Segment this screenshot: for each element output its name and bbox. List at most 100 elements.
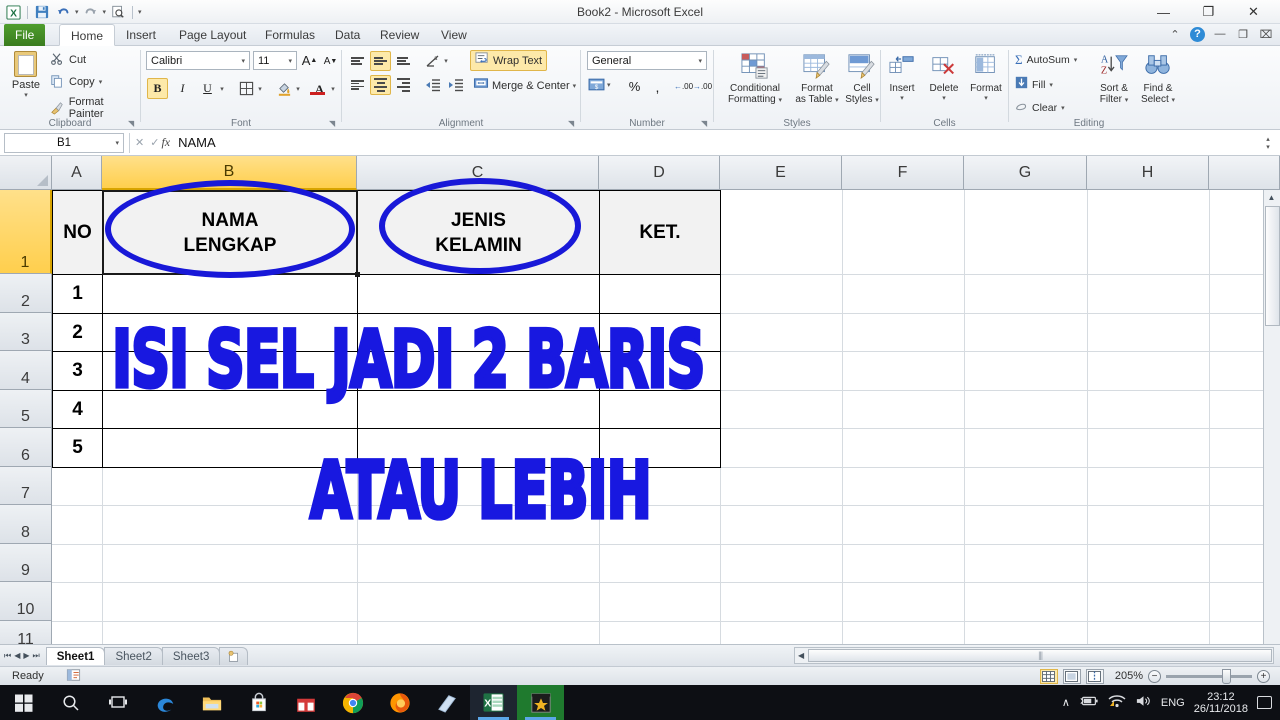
expand-formula-bar-icon[interactable]: ▴ ▾: [1260, 135, 1276, 151]
prev-sheet-button[interactable]: ◀: [14, 651, 20, 660]
decrease-decimal-button[interactable]: → .00: [692, 76, 713, 97]
delete-cells-dropdown-icon[interactable]: ▾: [923, 94, 965, 102]
page-layout-view-button[interactable]: [1062, 668, 1081, 684]
number-format-dropdown-icon[interactable]: ▾: [698, 57, 702, 65]
hscroll-left-button[interactable]: ◀: [795, 651, 807, 660]
sticky-notes-icon[interactable]: [423, 685, 470, 720]
help-icon[interactable]: ?: [1190, 26, 1205, 42]
font-size-dropdown-icon[interactable]: ▾: [288, 57, 292, 65]
row-header-8[interactable]: 8: [0, 505, 52, 544]
cut-button[interactable]: Cut: [50, 52, 86, 67]
cell-a1[interactable]: NO: [53, 191, 102, 274]
italic-button[interactable]: I: [172, 78, 193, 99]
row-header-3[interactable]: 3: [0, 313, 52, 351]
vertical-scroll-thumb[interactable]: [1265, 206, 1280, 326]
merge-center-dropdown-icon[interactable]: ▾: [573, 82, 577, 90]
scroll-up-button[interactable]: ▲: [1264, 190, 1279, 205]
column-header-g[interactable]: G: [964, 156, 1087, 190]
show-hidden-icons-button[interactable]: ∧: [1062, 696, 1070, 709]
column-header-partial[interactable]: [1209, 156, 1280, 190]
chrome-icon[interactable]: [329, 685, 376, 720]
wrap-text-button[interactable]: Wrap Text: [470, 50, 548, 71]
column-header-f[interactable]: F: [842, 156, 964, 190]
row-header-2[interactable]: 2: [0, 274, 52, 313]
autosum-button[interactable]: Σ AutoSum ▾: [1015, 52, 1077, 68]
number-format-combo[interactable]: General ▾: [587, 51, 707, 70]
clipboard-dialog-launcher[interactable]: ◥: [128, 119, 137, 128]
increase-decimal-button[interactable]: ← .00: [673, 76, 694, 97]
restore-workbook-icon[interactable]: ❐: [1235, 26, 1251, 42]
close-button[interactable]: ✕: [1231, 0, 1276, 24]
format-painter-button[interactable]: Format Painter: [50, 96, 140, 120]
cancel-formula-icon[interactable]: ✕: [135, 136, 144, 149]
enter-formula-icon[interactable]: ✓: [150, 136, 159, 149]
zoom-in-button[interactable]: +: [1257, 669, 1270, 683]
row-header-9[interactable]: 9: [0, 544, 52, 582]
underline-button[interactable]: U: [197, 78, 218, 99]
align-middle-button[interactable]: [370, 51, 391, 71]
merge-center-button[interactable]: Merge & Center ▾: [470, 75, 579, 96]
comma-style-button[interactable]: ,: [647, 76, 668, 97]
row-header-10[interactable]: 10: [0, 582, 52, 621]
row-header-6[interactable]: 6: [0, 428, 52, 467]
first-sheet-button[interactable]: ⏮: [4, 651, 11, 661]
align-top-button[interactable]: [347, 51, 368, 71]
cell-a5[interactable]: 4: [53, 391, 102, 428]
maximize-button[interactable]: ❐: [1186, 0, 1231, 24]
insert-cells-button[interactable]: Insert ▾: [881, 49, 923, 102]
gift-icon[interactable]: [282, 685, 329, 720]
format-cells-dropdown-icon[interactable]: ▾: [965, 94, 1007, 102]
borders-dropdown-icon[interactable]: ▾: [255, 78, 265, 99]
column-header-a[interactable]: A: [52, 156, 102, 190]
cell-a3[interactable]: 2: [53, 314, 102, 351]
accounting-format-button[interactable]: $ ▾: [588, 76, 611, 93]
align-left-button[interactable]: [347, 75, 368, 95]
action-center-icon[interactable]: [1257, 696, 1272, 709]
fill-button[interactable]: Fill ▾: [1015, 76, 1053, 94]
copy-dropdown-icon[interactable]: ▾: [99, 78, 103, 86]
cell-d1[interactable]: KET.: [600, 191, 720, 274]
orientation-dropdown-icon[interactable]: ▾: [441, 51, 451, 71]
insert-function-icon[interactable]: fx: [161, 135, 170, 150]
font-name-combo[interactable]: Calibri ▾: [146, 51, 250, 70]
clear-button[interactable]: Clear ▾: [1015, 99, 1065, 117]
copy-button[interactable]: Copy ▾: [50, 74, 102, 89]
orientation-button[interactable]: a: [422, 51, 443, 71]
volume-icon[interactable]: [1135, 694, 1152, 711]
font-color-button[interactable]: A: [309, 78, 330, 99]
zoom-level[interactable]: 205%: [1115, 670, 1143, 682]
format-as-table-button[interactable]: Format as Table ▾: [792, 49, 842, 106]
fill-color-dropdown-icon[interactable]: ▾: [293, 78, 303, 99]
font-color-dropdown-icon[interactable]: ▾: [328, 78, 338, 99]
microsoft-store-icon[interactable]: [235, 685, 282, 720]
language-indicator[interactable]: ENG: [1161, 697, 1185, 709]
zoom-slider-thumb[interactable]: [1222, 668, 1231, 684]
decrease-indent-button[interactable]: [422, 75, 443, 95]
column-header-e[interactable]: E: [720, 156, 842, 190]
name-box-dropdown-icon[interactable]: ▾: [115, 139, 119, 147]
minimize-ribbon-icon[interactable]: ⌃: [1167, 26, 1183, 42]
font-dialog-launcher[interactable]: ◥: [329, 119, 338, 128]
fill-handle[interactable]: [355, 272, 360, 277]
search-icon[interactable]: [47, 685, 94, 720]
decrease-font-size-button[interactable]: A ▼: [320, 51, 341, 72]
find-select-button[interactable]: Find & Select ▾: [1136, 49, 1180, 106]
next-sheet-button[interactable]: ▶: [23, 651, 29, 660]
cell-a6[interactable]: 5: [53, 429, 102, 467]
row-header-1[interactable]: 1: [0, 190, 52, 274]
sheet-tab-sheet2[interactable]: Sheet2: [104, 646, 163, 665]
minimize-button[interactable]: —: [1141, 0, 1186, 24]
tab-review[interactable]: Review: [369, 24, 430, 46]
fill-dropdown-icon[interactable]: ▾: [1049, 81, 1053, 89]
row-header-7[interactable]: 7: [0, 467, 52, 505]
underline-dropdown-icon[interactable]: ▾: [217, 78, 227, 99]
minimize-workbook-icon[interactable]: —: [1212, 26, 1228, 42]
format-cells-button[interactable]: Format ▾: [965, 49, 1007, 102]
autosum-dropdown-icon[interactable]: ▾: [1074, 56, 1078, 64]
align-center-button[interactable]: [370, 75, 391, 95]
excel-taskbar-icon[interactable]: X: [470, 685, 517, 720]
task-view-icon[interactable]: [94, 685, 141, 720]
select-all-button[interactable]: [0, 156, 52, 190]
borders-button[interactable]: [236, 78, 257, 99]
recorder-icon[interactable]: [517, 685, 564, 720]
